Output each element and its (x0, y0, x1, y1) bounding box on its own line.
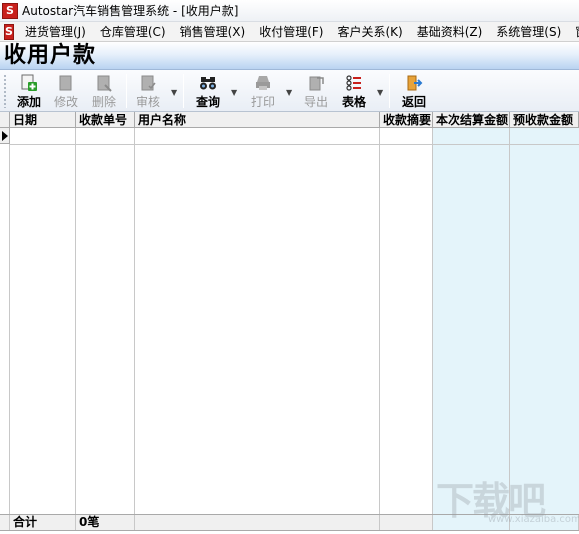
page-title: 收用户款 (4, 43, 97, 68)
column-header-summary[interactable]: 收款摘要 (380, 112, 433, 128)
toolbar-separator (126, 74, 127, 108)
delete-button[interactable]: 删除 (84, 72, 124, 110)
toolbar-separator (183, 74, 184, 108)
row-header-gutter (0, 144, 10, 514)
menu-customers[interactable]: 客户关系(K) (330, 22, 409, 41)
edit-button[interactable]: 修改 (46, 72, 86, 110)
printer-icon (253, 74, 273, 92)
audit-button[interactable]: 审核 (128, 72, 168, 110)
column-header-settlement-amount[interactable]: 本次结算金额 (433, 112, 510, 128)
column-divider (432, 128, 433, 514)
exit-door-icon (404, 74, 424, 92)
query-button[interactable]: 查询 (188, 72, 228, 110)
menu-bar: S 进货管理(J) 仓库管理(C) 销售管理(X) 收付管理(F) 客户关系(K… (0, 22, 579, 42)
column-divider (134, 128, 135, 514)
menu-system[interactable]: 系统管理(S) (489, 22, 568, 41)
column-header-receipt-no[interactable]: 收款单号 (76, 112, 135, 128)
window-title: Autostar汽车销售管理系统 - [收用户款] (22, 4, 239, 18)
footer-corner (0, 515, 10, 530)
table-dropdown-arrow[interactable]: ▼ (377, 88, 385, 97)
export-button[interactable]: 导出 (296, 72, 336, 110)
delete-icon (94, 74, 114, 92)
app-logo-icon: S (2, 2, 18, 19)
document-menu-icon[interactable]: S (4, 23, 14, 40)
column-divider (379, 128, 380, 514)
menu-purchase[interactable]: 进货管理(J) (18, 22, 93, 41)
menu-window[interactable]: 窗 (568, 22, 579, 41)
menu-payments[interactable]: 收付管理(F) (252, 22, 330, 41)
menu-sales[interactable]: 销售管理(X) (173, 22, 253, 41)
back-button[interactable]: 返回 (394, 72, 434, 110)
table-button[interactable]: 表格 (334, 72, 374, 110)
header-corner (0, 112, 10, 128)
menu-basic-data[interactable]: 基础资料(Z) (410, 22, 490, 41)
watermark-url: www.xiazaiba.com (488, 514, 579, 525)
footer-total-label: 合计 (10, 515, 76, 530)
export-icon (306, 74, 326, 92)
add-button[interactable]: 添加 (9, 72, 49, 110)
binoculars-icon (198, 74, 218, 92)
query-dropdown-arrow[interactable]: ▼ (231, 88, 239, 97)
table-header: 日期 收款单号 用户名称 收款摘要 本次结算金额 预收款金额 (0, 112, 579, 128)
amount-column-shade (433, 128, 579, 514)
footer-cell (380, 515, 433, 530)
title-bar: S Autostar汽车销售管理系统 - [收用户款] (0, 0, 579, 22)
column-header-date[interactable]: 日期 (10, 112, 76, 128)
edit-icon (56, 74, 76, 92)
toolbar-separator (389, 74, 390, 108)
table-row[interactable] (10, 144, 579, 145)
column-divider (509, 128, 510, 514)
column-header-prepayment-amount[interactable]: 预收款金额 (510, 112, 579, 128)
row-pointer-icon (2, 131, 8, 141)
watermark-logo: 下载吧 www.xiazaiba.com (436, 470, 579, 530)
print-button[interactable]: 打印 (243, 72, 283, 110)
toolbar: 添加 修改 删除 审核 ▼ 查询 ▼ 打印 ▼ 导出 表格 ▼ 返回 (0, 70, 579, 112)
column-divider (75, 128, 76, 514)
toolbar-grip[interactable] (3, 74, 7, 108)
menu-warehouse[interactable]: 仓库管理(C) (93, 22, 173, 41)
page-header: 收用户款 (0, 42, 579, 70)
audit-dropdown-arrow[interactable]: ▼ (171, 88, 179, 97)
table-settings-icon (344, 74, 364, 92)
add-icon (19, 74, 39, 92)
current-row-indicator[interactable] (0, 128, 10, 144)
footer-cell (135, 515, 380, 530)
footer-record-count: 0笔 (76, 515, 135, 530)
audit-icon (138, 74, 158, 92)
column-header-customer-name[interactable]: 用户名称 (135, 112, 380, 128)
print-dropdown-arrow[interactable]: ▼ (286, 88, 294, 97)
